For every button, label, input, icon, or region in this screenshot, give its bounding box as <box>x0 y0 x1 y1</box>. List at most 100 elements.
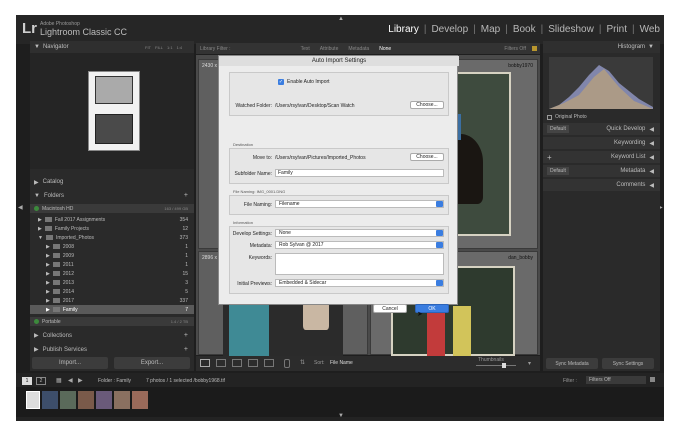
subfolder-input[interactable]: Family <box>275 169 444 177</box>
navigator-header[interactable]: ▼ Navigator FIT FILL 1:1 1:4 <box>30 41 194 53</box>
window-2-button[interactable]: 2 <box>36 377 46 385</box>
watched-folder-label: Watched Folder: <box>235 103 273 109</box>
add-collection-icon[interactable]: + <box>184 332 188 339</box>
zoom-1-1[interactable]: 1:1 <box>167 45 173 50</box>
module-library[interactable]: Library <box>388 24 419 35</box>
folder-row[interactable]: ▶ 2011 1 <box>30 260 194 269</box>
volume-portable[interactable]: Portable 1.4 / 2 TB <box>30 317 194 326</box>
filmstrip-lock-icon[interactable] <box>650 377 655 382</box>
export-button[interactable]: Export... <box>114 357 190 369</box>
library-toolbar: ⇅ Sort: File Name Thumbnails ▾ <box>196 356 540 371</box>
folder-row-selected[interactable]: ▶ Family 7 <box>30 305 194 314</box>
metadata-select[interactable]: Rob Sylvan @ 2017 <box>275 241 444 249</box>
compare-view-icon[interactable] <box>232 359 242 367</box>
filmstrip-thumb[interactable] <box>132 391 148 409</box>
folder-row[interactable]: ▶ Fall 2017 Assignments 354 <box>30 215 194 224</box>
filmstrip-thumb[interactable] <box>60 391 76 409</box>
grid-view-icon[interactable] <box>200 359 210 367</box>
filmstrip-source[interactable]: Folder : Family <box>98 378 131 384</box>
folder-row[interactable]: ▶ 2009 1 <box>30 251 194 260</box>
folder-row[interactable]: ▶ Family Projects 12 <box>30 224 194 233</box>
histogram-chart[interactable] <box>549 57 653 109</box>
metadata-preset[interactable]: Default <box>547 167 569 175</box>
sort-direction-icon[interactable]: ⇅ <box>300 359 305 366</box>
loupe-view-icon[interactable] <box>216 359 226 367</box>
volume-macintosh-hd[interactable]: Macintosh HD 163 / 499 GB <box>30 204 194 213</box>
enable-auto-import-checkbox[interactable]: ✓ <box>278 79 284 85</box>
folder-row[interactable]: ▶ 2012 15 <box>30 269 194 278</box>
file-naming-select[interactable]: Filename <box>275 200 444 208</box>
folder-row[interactable]: ▶ 2008 1 <box>30 242 194 251</box>
grid-icon[interactable]: ▦ <box>56 377 62 384</box>
module-develop[interactable]: Develop <box>431 24 468 35</box>
filter-text[interactable]: Text <box>301 46 310 52</box>
filter-none[interactable]: None <box>379 46 391 52</box>
keyword-list-header[interactable]: + Keyword List ◀ <box>543 151 660 163</box>
toolbar-menu-icon[interactable]: ▾ <box>528 360 531 367</box>
cancel-button[interactable]: Cancel <box>373 304 407 313</box>
module-web[interactable]: Web <box>640 24 660 35</box>
thumbnail-size-slider[interactable] <box>476 365 516 366</box>
add-folder-icon[interactable]: + <box>184 192 188 199</box>
filmstrip-thumb[interactable] <box>42 391 58 409</box>
zoom-fill[interactable]: FILL <box>155 45 163 50</box>
sync-settings-button[interactable]: Sync Settings <box>602 358 654 369</box>
spray-can-icon[interactable] <box>284 359 290 368</box>
window-1-button[interactable]: 1 <box>22 377 32 385</box>
bottom-panel-toggle-icon[interactable]: ▼ <box>338 413 344 419</box>
drive-icon <box>34 206 39 211</box>
develop-settings-select[interactable]: None <box>275 229 444 237</box>
sort-value[interactable]: File Name <box>330 360 353 366</box>
move-to-choose-button[interactable]: Choose... <box>410 153 444 161</box>
folder-icon <box>45 235 53 240</box>
filter-attribute[interactable]: Attribute <box>320 46 339 52</box>
catalog-header[interactable]: ▶ Catalog <box>30 177 194 187</box>
module-print[interactable]: Print <box>606 24 627 35</box>
original-photo-checkbox[interactable] <box>547 114 552 120</box>
zoom-1-4[interactable]: 1:4 <box>177 45 183 50</box>
keywords-textarea[interactable] <box>275 253 444 275</box>
collections-header[interactable]: ▶ Collections + <box>30 330 194 341</box>
top-panel-toggle-icon[interactable]: ▲ <box>338 16 344 22</box>
people-view-icon[interactable] <box>264 359 274 367</box>
folder-row[interactable]: ▶ 2017 337 <box>30 296 194 305</box>
metadata-header[interactable]: Default Metadata ◀ <box>543 165 660 177</box>
filmstrip-filter-select[interactable]: Filters Off <box>586 376 646 384</box>
filters-off[interactable]: Filters Off <box>504 46 526 52</box>
folder-row[interactable]: ▼ Imported_Photos 373 <box>30 233 194 242</box>
left-panel-toggle-icon[interactable]: ◀ <box>18 205 23 211</box>
histogram-header[interactable]: Histogram ▼ <box>543 41 660 53</box>
import-button[interactable]: Import... <box>32 357 108 369</box>
initial-previews-select[interactable]: Embedded & Sidecar <box>275 279 444 287</box>
lock-icon[interactable] <box>532 46 537 51</box>
quick-develop-header[interactable]: Default Quick Develop ◀ <box>543 123 660 135</box>
folders-header[interactable]: ▼ Folders + <box>30 190 194 201</box>
module-book[interactable]: Book <box>513 24 536 35</box>
comments-header[interactable]: Comments ◀ <box>543 179 660 191</box>
filter-label: Library Filter : <box>200 45 231 52</box>
zoom-fit[interactable]: FIT <box>145 45 151 50</box>
folder-row[interactable]: ▶ 2013 3 <box>30 278 194 287</box>
survey-view-icon[interactable] <box>248 359 258 367</box>
module-slideshow[interactable]: Slideshow <box>548 24 594 35</box>
add-keyword-icon[interactable]: + <box>547 153 552 162</box>
filmstrip-thumb[interactable] <box>114 391 130 409</box>
filmstrip-filter-label: Filter : <box>563 378 577 384</box>
quick-develop-preset[interactable]: Default <box>547 125 569 133</box>
keywording-header[interactable]: Keywording ◀ <box>543 137 660 149</box>
filmstrip-thumb[interactable] <box>26 391 40 409</box>
sync-metadata-button[interactable]: Sync Metadata <box>546 358 598 369</box>
module-map[interactable]: Map <box>481 24 500 35</box>
forward-icon[interactable]: ▶ <box>78 377 83 384</box>
add-publish-service-icon[interactable]: + <box>184 346 188 353</box>
slider-thumb[interactable] <box>502 363 506 368</box>
folder-row[interactable]: ▶ 2014 5 <box>30 287 194 296</box>
filter-metadata[interactable]: Metadata <box>348 46 369 52</box>
quick-develop-title: Quick Develop <box>606 126 646 132</box>
filmstrip-thumb[interactable] <box>78 391 94 409</box>
publish-services-header[interactable]: ▶ Publish Services + <box>30 344 194 355</box>
back-icon[interactable]: ◀ <box>68 377 73 384</box>
watched-folder-choose-button[interactable]: Choose... <box>410 101 444 109</box>
original-photo-row[interactable]: Original Photo <box>543 111 660 123</box>
filmstrip-thumb[interactable] <box>96 391 112 409</box>
